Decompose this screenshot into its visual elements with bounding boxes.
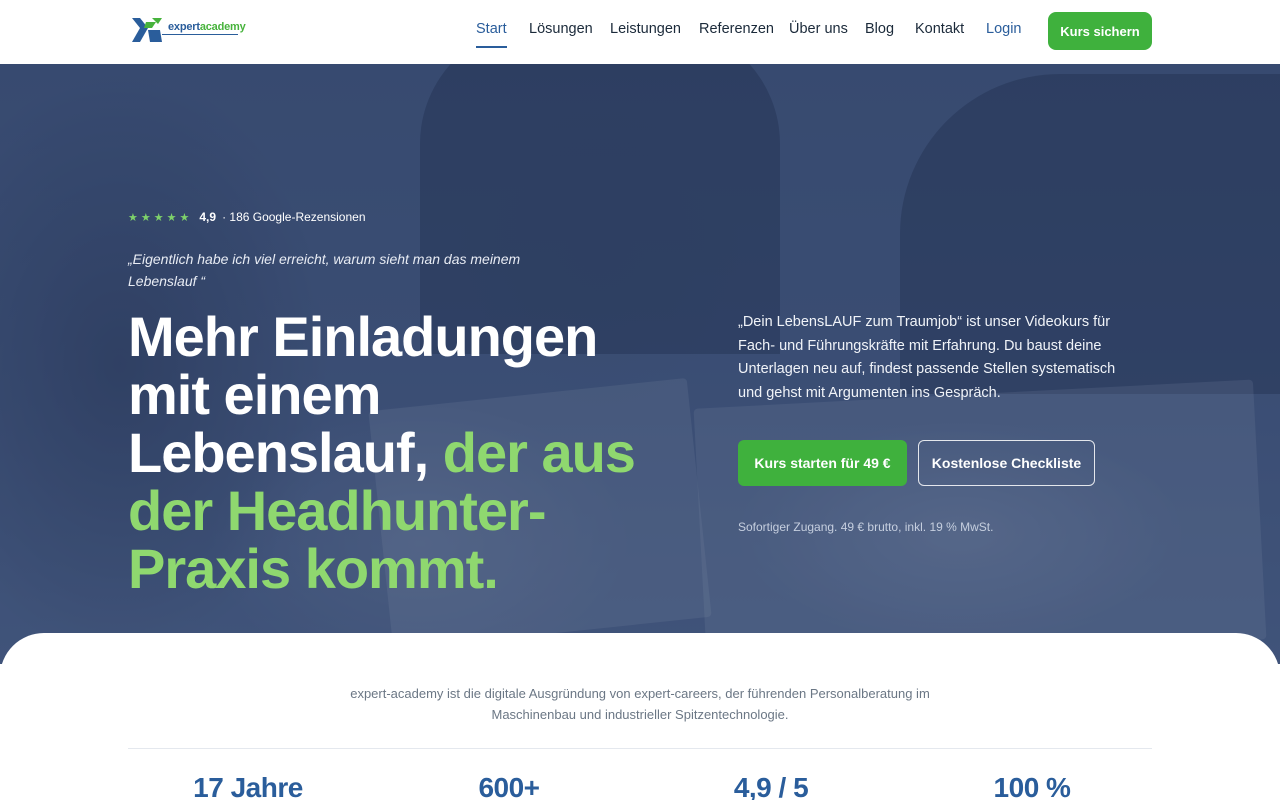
nav-ueber-uns[interactable]: Über uns xyxy=(789,21,848,37)
star-icon: ★ xyxy=(153,211,164,224)
checkliste-button[interactable]: Kostenlose Checkliste xyxy=(918,440,1095,486)
kurs-starten-button[interactable]: Kurs starten für 49 € xyxy=(738,440,907,486)
star-icon: ★ xyxy=(140,211,151,224)
hero-intro-text: „Dein LebensLAUF zum Traumjob“ ist unser… xyxy=(738,314,1116,401)
hero-quote: „Eigentlich habe ich viel erreicht, waru… xyxy=(128,251,521,289)
site-header: expertacademy Start Lösungen Leistungen … xyxy=(0,0,1280,64)
about-section: expert-academy ist die digitale Ausgründ… xyxy=(0,633,1280,800)
nav-kontakt[interactable]: Kontakt xyxy=(915,21,964,37)
stat-percent: 100 % xyxy=(993,772,1071,800)
kurs-sichern-button[interactable]: Kurs sichern xyxy=(1048,12,1152,50)
rating-score: 4,9 xyxy=(199,210,217,224)
hero-section: ★ ★ ★ ★ ★ 4,9 · 186 Google-Rezensionen „… xyxy=(0,64,1280,664)
nav-referenzen[interactable]: Referenzen xyxy=(699,21,774,37)
nav-loesungen[interactable]: Lösungen xyxy=(529,21,593,37)
nav-login[interactable]: Login xyxy=(986,21,1021,37)
stat-years: 17 Jahre xyxy=(193,772,303,800)
rating-count: · 186 Google-Rezensionen xyxy=(222,210,366,224)
rating-stars: ★ ★ ★ ★ ★ xyxy=(128,211,189,224)
price-note: Sofortiger Zugang. 49 € brutto, inkl. 19… xyxy=(738,520,994,534)
stat-count: 600+ xyxy=(478,772,540,800)
google-rating: ★ ★ ★ ★ ★ 4,9 · 186 Google-Rezensionen xyxy=(128,210,366,224)
star-icon: ★ xyxy=(128,211,138,224)
about-text: expert-academy ist die digitale Ausgründ… xyxy=(350,686,930,722)
star-icon: ★ xyxy=(179,211,190,224)
stat-rating: 4,9 / 5 xyxy=(733,772,809,800)
hero-headline: Mehr Einladungen mit einem Lebenslauf, d… xyxy=(128,308,668,598)
section-divider xyxy=(128,748,1152,749)
star-icon: ★ xyxy=(166,211,177,224)
nav-blog[interactable]: Blog xyxy=(865,21,894,37)
nav-leistungen[interactable]: Leistungen xyxy=(610,21,681,37)
nav-start[interactable]: Start xyxy=(476,21,507,48)
